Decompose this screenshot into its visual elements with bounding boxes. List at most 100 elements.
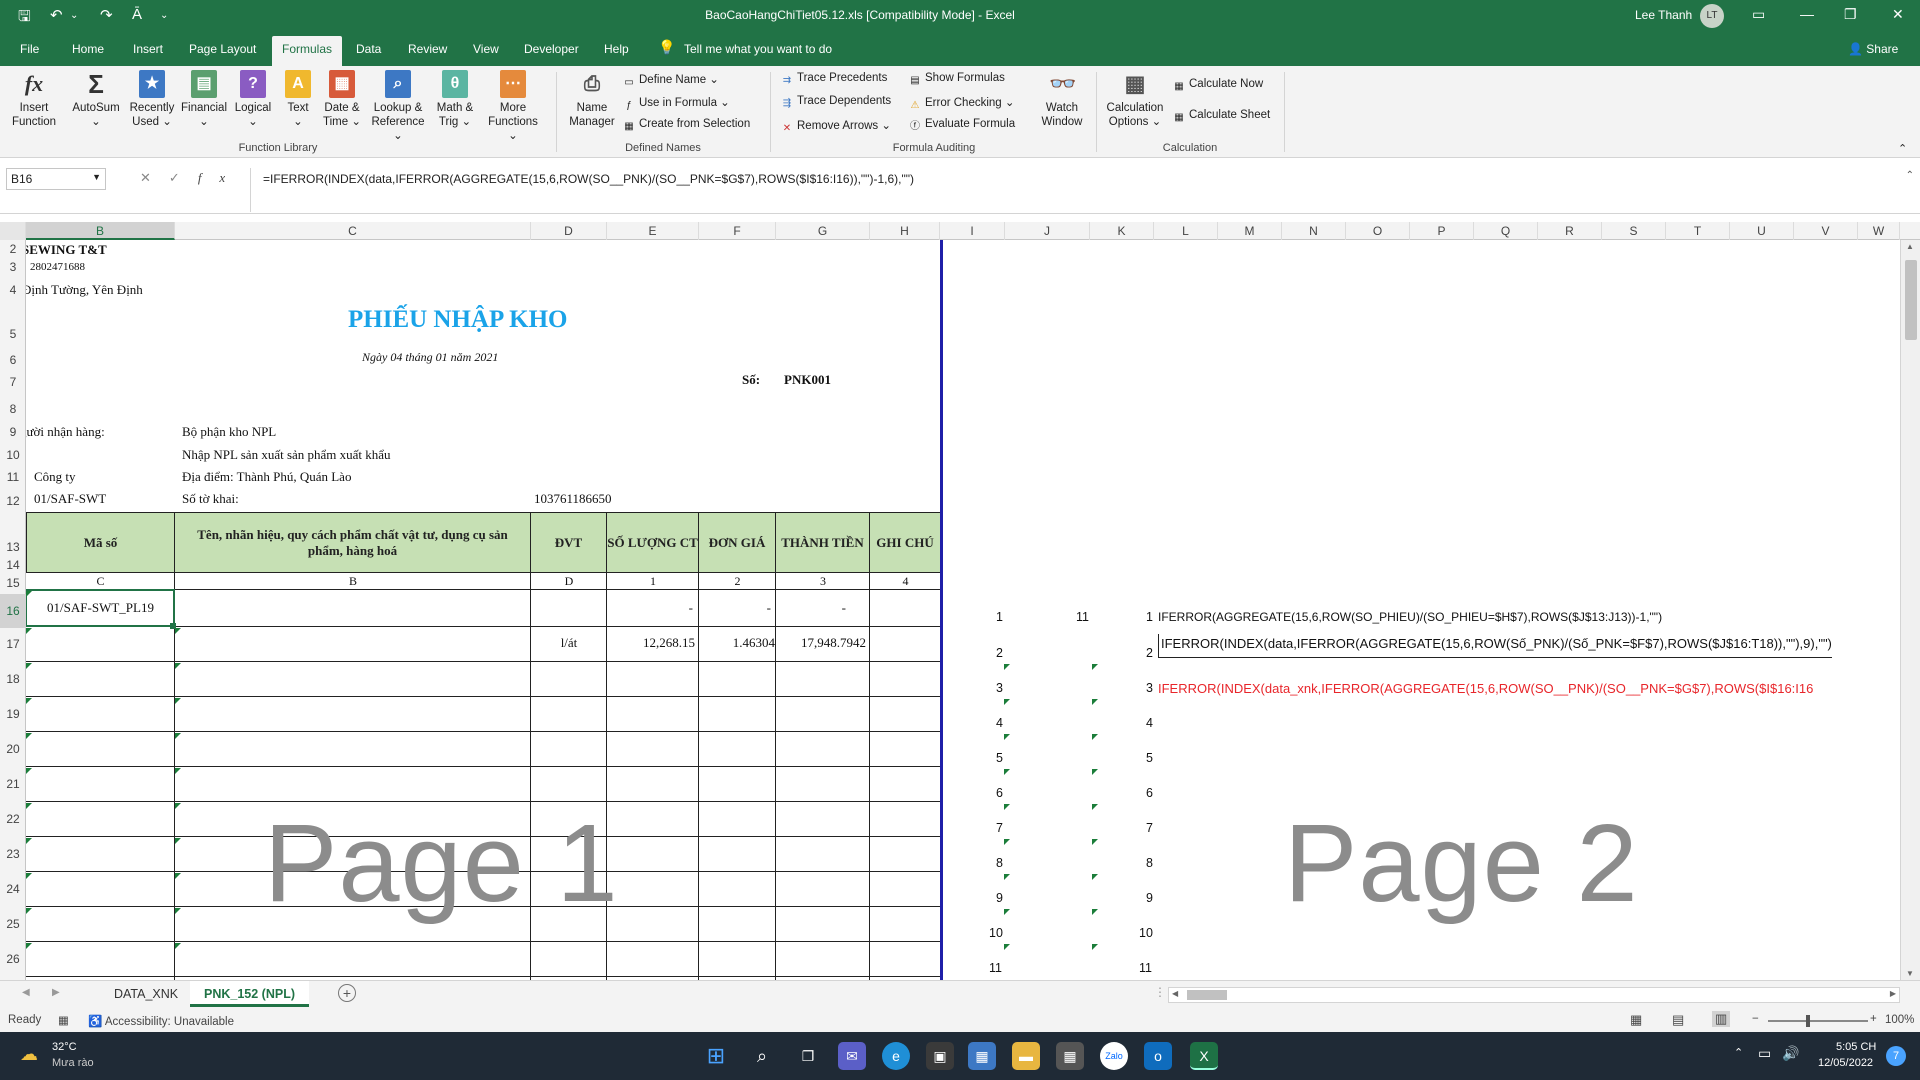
row-header[interactable]: 24 [0, 882, 26, 896]
column-header-t[interactable]: T [1666, 222, 1730, 240]
row-header[interactable]: 12 [0, 494, 26, 508]
share-button[interactable]: 👤 Share [1848, 42, 1898, 56]
vertical-scrollbar[interactable]: ▲ ▼ [1900, 240, 1920, 980]
restore-icon[interactable]: ❐ [1844, 6, 1857, 23]
error-indicator[interactable] [26, 768, 32, 774]
document-date[interactable]: Ngày 04 tháng 01 năm 2021 [362, 350, 498, 365]
microsoft-store-icon[interactable]: ▣ [926, 1042, 954, 1070]
error-indicator[interactable] [175, 768, 181, 774]
scroll-down-icon[interactable]: ▼ [1906, 969, 1914, 978]
code-cell[interactable]: B [175, 574, 531, 589]
row-header[interactable]: 19 [0, 707, 26, 721]
zoom-level[interactable]: 100% [1885, 1014, 1914, 1026]
tab-page-layout[interactable]: Page Layout [189, 42, 256, 56]
error-indicator[interactable] [1004, 664, 1010, 670]
cell-f16[interactable]: - [699, 600, 771, 616]
page2-cell-i[interactable]: 9 [996, 891, 1003, 905]
page2-cell-i[interactable]: 7 [996, 821, 1003, 835]
scroll-left-icon[interactable]: ◀ [1172, 989, 1178, 998]
error-indicator[interactable] [26, 663, 32, 669]
error-indicator[interactable] [1092, 699, 1098, 705]
tab-file[interactable]: File [20, 42, 39, 56]
error-indicator[interactable] [175, 873, 181, 879]
tab-help[interactable]: Help [604, 42, 629, 56]
column-header-u[interactable]: U [1730, 222, 1794, 240]
lookup-reference-button[interactable]: ⌕ Lookup & Reference ⌄ [366, 70, 430, 143]
header-amount[interactable]: THÀNH TIỀN [775, 512, 870, 573]
zoom-slider-thumb[interactable] [1806, 1015, 1810, 1027]
autosum-button[interactable]: Σ AutoSum ⌄ [68, 70, 124, 129]
declaration-label[interactable]: Số tờ khai: [182, 491, 239, 507]
error-indicator[interactable] [1004, 734, 1010, 740]
ribbon-display-icon[interactable]: ▭ [1752, 6, 1765, 23]
receiver-label[interactable]: gười nhận hàng: [26, 424, 105, 440]
page2-cell-k[interactable]: 5 [1146, 751, 1153, 765]
save-icon[interactable]: 🖫 [18, 6, 31, 31]
app-icon[interactable]: ▦ [968, 1042, 996, 1070]
volume-icon[interactable]: 🔊 [1782, 1045, 1799, 1062]
redo-icon[interactable]: ↷ [100, 6, 113, 24]
error-indicator[interactable] [1004, 909, 1010, 915]
error-indicator[interactable] [26, 698, 32, 704]
text-button[interactable]: A Text ⌄ [280, 70, 316, 129]
page2-cell-i[interactable]: 4 [996, 716, 1003, 730]
error-indicator[interactable] [26, 591, 32, 597]
header-quantity[interactable]: SỐ LƯỢNG CT [606, 512, 699, 573]
cell-f17[interactable]: 1.46304 [699, 635, 775, 651]
trace-dependents-button[interactable]: ⇶ Trace Dependents [780, 95, 891, 110]
column-header-b[interactable]: B [26, 222, 175, 240]
code-cell[interactable]: 2 [699, 574, 776, 589]
row-header[interactable]: 26 [0, 952, 26, 966]
page2-cell-i[interactable]: 2 [996, 646, 1003, 660]
tab-review[interactable]: Review [408, 42, 447, 56]
watch-window-button[interactable]: 👓 Watch Window [1032, 70, 1092, 129]
number-label[interactable]: Số: [742, 372, 760, 388]
row-header[interactable]: 13 [0, 540, 26, 554]
page2-cell-k[interactable]: 8 [1146, 856, 1153, 870]
row-header[interactable]: 6 [0, 353, 26, 367]
page2-cell-i[interactable]: 6 [996, 786, 1003, 800]
date-time-button[interactable]: ▦ Date & Time ⌄ [316, 70, 368, 129]
teams-chat-icon[interactable]: ✉ [838, 1042, 866, 1070]
scroll-right-icon[interactable]: ▶ [1890, 989, 1896, 998]
receiver-value[interactable]: Bộ phận kho NPL [182, 424, 276, 440]
header-code[interactable]: Mã số [26, 512, 175, 573]
column-header-q[interactable]: Q [1474, 222, 1538, 240]
row-header[interactable]: 15 [0, 576, 26, 590]
formula-input[interactable]: =IFERROR(INDEX(data,IFERROR(AGGREGATE(15… [250, 168, 1900, 212]
column-header-g[interactable]: G [776, 222, 870, 240]
tab-splitter[interactable]: ⋮ [1154, 985, 1166, 999]
column-header-d[interactable]: D [531, 222, 607, 240]
error-indicator[interactable] [1092, 839, 1098, 845]
error-indicator[interactable] [175, 838, 181, 844]
tab-developer[interactable]: Developer [524, 42, 579, 56]
company-name[interactable]: SEWING T&T [26, 242, 107, 258]
error-indicator[interactable] [1092, 874, 1098, 880]
customize-quick-access-icon[interactable]: Ā [132, 6, 142, 23]
new-sheet-button[interactable]: + [338, 984, 356, 1002]
temperature[interactable]: 32°C [52, 1041, 77, 1053]
row-header[interactable]: 11 [0, 470, 26, 484]
row-header[interactable]: 18 [0, 672, 26, 686]
clock-time[interactable]: 5:05 CH [1836, 1041, 1876, 1053]
code-cell[interactable]: C [26, 574, 175, 589]
page2-cell-k[interactable]: 2 [1146, 646, 1153, 660]
cell-g17[interactable]: 17,948.7942 [776, 635, 866, 651]
cell-e17[interactable]: 12,268.15 [607, 635, 695, 651]
horizontal-scrollbar[interactable]: ◀ ▶ [1168, 987, 1900, 1003]
sheet-tab-pnk152[interactable]: PNK_152 (NPL) [190, 981, 309, 1007]
row-header[interactable]: 20 [0, 742, 26, 756]
header-unit-price[interactable]: ĐƠN GIÁ [698, 512, 776, 573]
error-indicator[interactable] [1004, 769, 1010, 775]
user-name[interactable]: Lee Thanh [1635, 8, 1692, 22]
error-indicator[interactable] [26, 908, 32, 914]
weather-icon[interactable]: ☁ [20, 1044, 38, 1065]
minimize-icon[interactable]: — [1800, 6, 1814, 22]
error-indicator[interactable] [1092, 769, 1098, 775]
insert-function-button[interactable]: fx Insert Function [6, 70, 62, 129]
column-header-i[interactable]: I [940, 222, 1005, 240]
remove-arrows-button[interactable]: ✕ Remove Arrows ⌄ [780, 118, 891, 135]
macro-recording-icon[interactable]: ▦ [58, 1013, 69, 1027]
column-header-h[interactable]: H [870, 222, 940, 240]
error-indicator[interactable] [26, 838, 32, 844]
